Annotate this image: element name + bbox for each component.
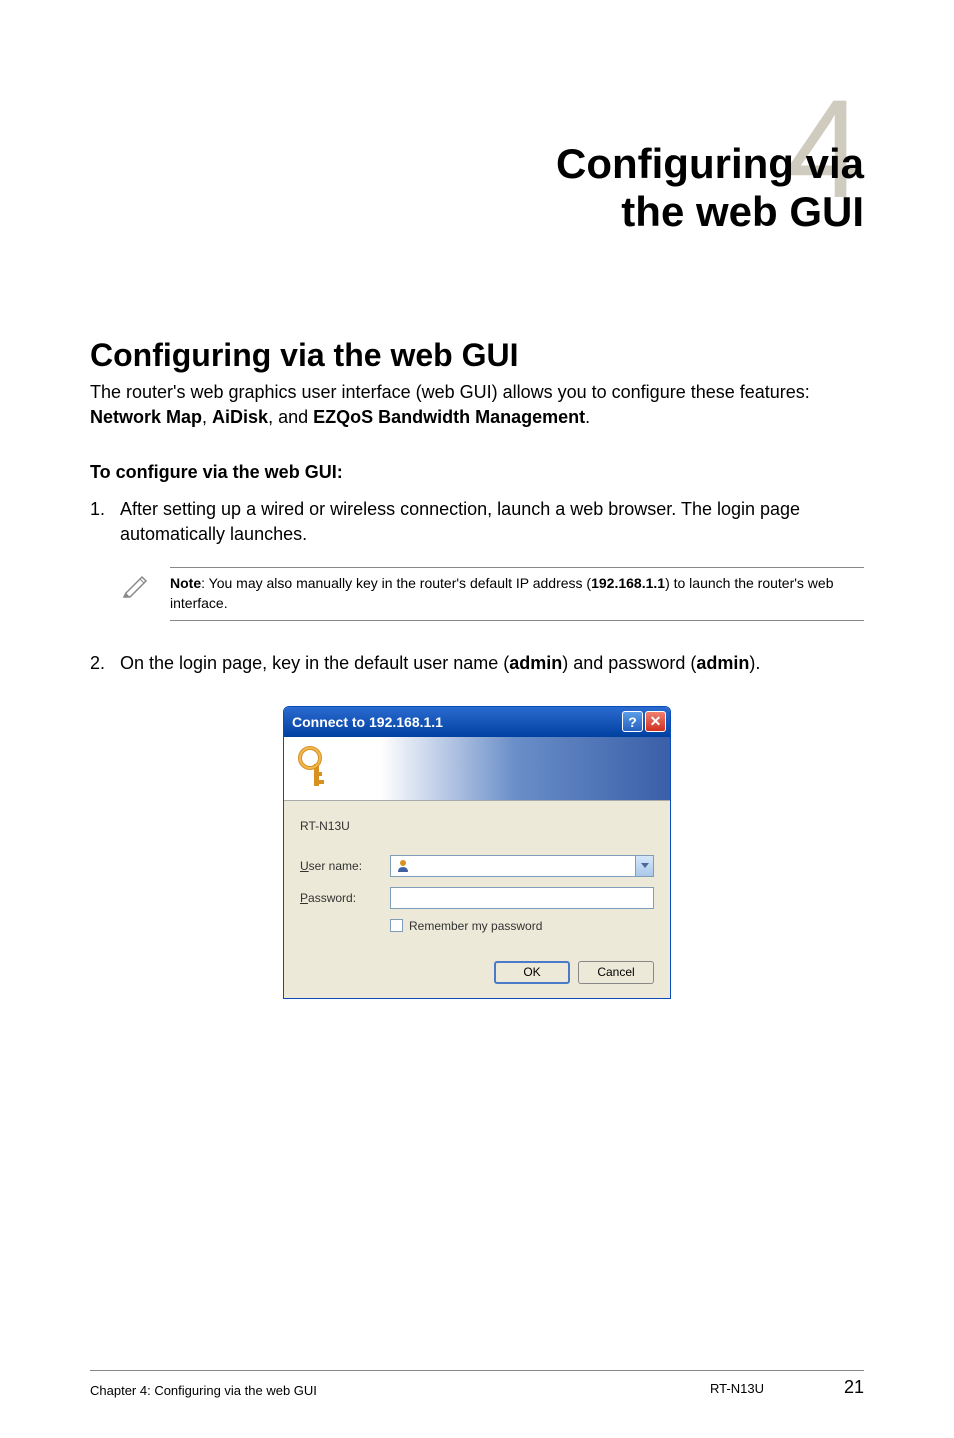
server-name: RT-N13U [300, 819, 654, 833]
remember-label: Remember my password [409, 919, 542, 933]
dialog-banner [284, 737, 670, 801]
note-content: Note: You may also manually key in the r… [170, 567, 864, 620]
dropdown-arrow-icon[interactable] [635, 856, 653, 876]
step-2: 2. On the login page, key in the default… [90, 651, 864, 676]
help-button[interactable]: ? [622, 711, 643, 732]
user-icon [395, 858, 411, 874]
password-label: Password: [300, 891, 390, 905]
page-number: 21 [844, 1377, 864, 1398]
chapter-title: Configuring via the web GUI [90, 140, 864, 237]
page-footer: Chapter 4: Configuring via the web GUI R… [90, 1370, 864, 1398]
procedure-subheading: To configure via the web GUI: [90, 462, 864, 483]
remember-checkbox[interactable] [390, 919, 403, 932]
chapter-title-line2: the web GUI [621, 188, 864, 235]
footer-model: RT-N13U [710, 1381, 764, 1396]
password-input[interactable] [390, 887, 654, 909]
section-heading: Configuring via the web GUI [90, 337, 864, 374]
close-button[interactable]: ✕ [645, 711, 666, 732]
dialog-titlebar: Connect to 192.168.1.1 ? ✕ [284, 707, 670, 737]
chapter-title-line1: Configuring via [556, 140, 864, 187]
cancel-button[interactable]: Cancel [578, 961, 654, 984]
key-icon [296, 744, 336, 792]
intro-text: The router's web graphics user interface… [90, 380, 864, 430]
pencil-icon [120, 567, 152, 599]
step-1: 1. After setting up a wired or wireless … [90, 497, 864, 547]
username-label: User name: [300, 859, 390, 873]
note-block: Note: You may also manually key in the r… [120, 567, 864, 620]
ok-button[interactable]: OK [494, 961, 570, 984]
login-dialog: Connect to 192.168.1.1 ? ✕ RT-N13U User … [283, 706, 671, 999]
dialog-title: Connect to 192.168.1.1 [292, 714, 443, 730]
footer-chapter: Chapter 4: Configuring via the web GUI [90, 1383, 317, 1398]
username-input[interactable] [390, 855, 654, 877]
